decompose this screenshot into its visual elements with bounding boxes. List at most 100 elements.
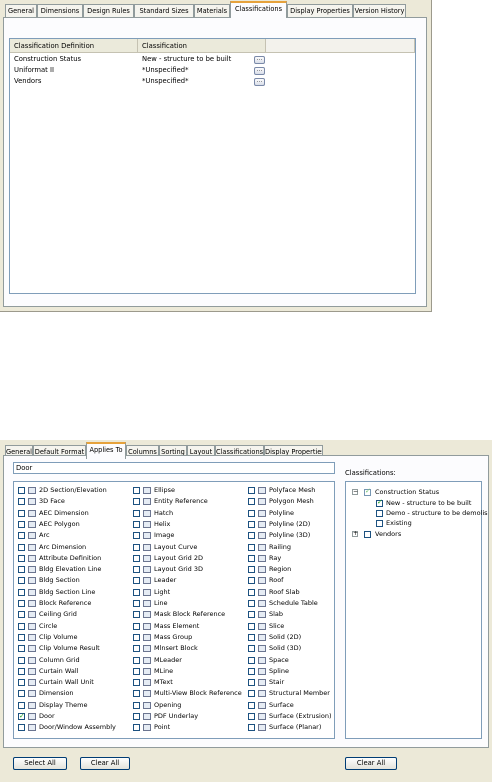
tab-materials[interactable]: Materials bbox=[194, 4, 230, 17]
object-type-checkbox[interactable] bbox=[18, 701, 25, 709]
object-type-checkbox[interactable] bbox=[133, 713, 140, 720]
object-type-checkbox[interactable] bbox=[133, 487, 140, 494]
object-type-checkbox[interactable] bbox=[248, 554, 255, 562]
object-type-checkbox[interactable] bbox=[248, 498, 255, 506]
browse-button[interactable]: ... bbox=[254, 67, 265, 75]
tab-display-properties[interactable]: Display Properties bbox=[287, 4, 353, 17]
object-type-checkbox[interactable] bbox=[248, 713, 255, 720]
object-type-checkbox[interactable] bbox=[133, 520, 140, 528]
object-type-checkbox[interactable] bbox=[248, 566, 255, 574]
object-type-checkbox[interactable] bbox=[133, 667, 140, 675]
object-type-checkbox[interactable] bbox=[18, 577, 25, 585]
object-type-checkbox[interactable] bbox=[248, 611, 255, 619]
tree-node-vendors[interactable]: Vendors bbox=[375, 529, 401, 539]
object-type-checkbox[interactable] bbox=[18, 520, 25, 528]
tree-node-new[interactable]: New - structure to be built bbox=[386, 498, 471, 508]
grid-row[interactable]: Construction Status New - structure to b… bbox=[10, 54, 415, 65]
object-type-checkbox[interactable] bbox=[133, 656, 140, 664]
object-type-checkbox[interactable] bbox=[18, 532, 25, 540]
object-type-checkbox[interactable] bbox=[133, 588, 140, 596]
object-type-checkbox[interactable] bbox=[18, 588, 25, 596]
object-type-checkbox[interactable] bbox=[248, 600, 255, 607]
construction-status-checkbox[interactable] bbox=[364, 487, 371, 496]
grid-row[interactable]: Vendors *Unspecified* ... bbox=[10, 76, 415, 87]
object-type-checkbox[interactable] bbox=[248, 701, 255, 709]
tree-node-construction-status[interactable]: Construction Status bbox=[375, 487, 439, 497]
tree-node-demo[interactable]: Demo - structure to be demolis bbox=[386, 508, 488, 518]
header-classification[interactable]: Classification bbox=[138, 39, 266, 53]
clear-all-button[interactable]: Clear All bbox=[80, 757, 130, 770]
tab-classifications[interactable]: Classifications bbox=[230, 1, 287, 18]
demo-structure-checkbox[interactable] bbox=[376, 510, 383, 517]
object-type-checkbox[interactable] bbox=[18, 656, 25, 664]
object-type-checkbox[interactable] bbox=[248, 633, 255, 641]
collapse-icon[interactable]: − bbox=[352, 489, 358, 495]
object-type-checkbox[interactable] bbox=[18, 645, 25, 653]
object-type-checkbox[interactable] bbox=[133, 577, 140, 585]
object-type-label: Surface (Planar) bbox=[269, 723, 322, 732]
object-type-checkbox[interactable] bbox=[18, 498, 25, 506]
tab-standard-sizes[interactable]: Standard Sizes bbox=[134, 4, 194, 17]
object-type-checkbox[interactable] bbox=[133, 509, 140, 517]
object-type-checkbox[interactable] bbox=[18, 633, 25, 641]
object-type-checkbox[interactable] bbox=[248, 543, 255, 551]
object-type-checkbox[interactable] bbox=[248, 690, 255, 698]
header-classification-definition[interactable]: Classification Definition bbox=[10, 39, 138, 53]
object-type-checkbox[interactable] bbox=[133, 611, 140, 619]
tab-applies-to[interactable]: Applies To bbox=[86, 442, 126, 459]
object-type-checkbox[interactable] bbox=[248, 577, 255, 585]
object-type-checkbox[interactable] bbox=[248, 656, 255, 664]
object-type-checkbox[interactable] bbox=[133, 622, 140, 630]
browse-button[interactable]: ... bbox=[254, 56, 265, 64]
object-type-checkbox[interactable] bbox=[133, 532, 140, 540]
object-type-checkbox[interactable] bbox=[18, 611, 25, 619]
object-type-checkbox[interactable] bbox=[248, 679, 255, 687]
object-type-checkbox[interactable] bbox=[18, 600, 25, 607]
tab-version-history[interactable]: Version History bbox=[353, 4, 406, 17]
filter-input[interactable]: Door bbox=[13, 462, 335, 474]
expand-icon[interactable]: + bbox=[352, 531, 358, 537]
tab-design-rules[interactable]: Design Rules bbox=[83, 4, 134, 17]
select-all-button[interactable]: Select All bbox=[13, 757, 67, 770]
tab-general[interactable]: General bbox=[5, 4, 37, 17]
vendors-checkbox[interactable] bbox=[364, 531, 371, 538]
object-type-checkbox[interactable] bbox=[248, 667, 255, 675]
object-type-checkbox[interactable] bbox=[133, 633, 140, 641]
existing-checkbox[interactable] bbox=[376, 520, 383, 527]
new-structure-checkbox[interactable] bbox=[376, 498, 383, 507]
object-type-checkbox[interactable] bbox=[133, 679, 140, 687]
object-type-checkbox[interactable] bbox=[248, 532, 255, 540]
tree-node-existing[interactable]: Existing bbox=[386, 518, 412, 528]
clear-all-classifications-button[interactable]: Clear All bbox=[345, 757, 397, 770]
object-type-checkbox[interactable] bbox=[248, 588, 255, 596]
object-type-checkbox[interactable] bbox=[18, 724, 25, 732]
object-type-checkbox[interactable] bbox=[18, 566, 25, 574]
object-type-checkbox[interactable] bbox=[248, 645, 255, 653]
object-type-checkbox[interactable] bbox=[248, 487, 255, 494]
object-type-checkbox[interactable] bbox=[18, 487, 25, 494]
object-type-checkbox[interactable] bbox=[18, 711, 25, 722]
object-type-checkbox[interactable] bbox=[18, 690, 25, 698]
object-type-checkbox[interactable] bbox=[18, 509, 25, 517]
object-type-checkbox[interactable] bbox=[18, 667, 25, 675]
object-type-checkbox[interactable] bbox=[133, 554, 140, 562]
grid-row[interactable]: Uniformat II *Unspecified* ... bbox=[10, 65, 415, 76]
object-type-checkbox[interactable] bbox=[133, 701, 140, 709]
object-type-checkbox[interactable] bbox=[133, 600, 140, 607]
object-type-checkbox[interactable] bbox=[18, 554, 25, 562]
browse-button[interactable]: ... bbox=[254, 78, 265, 86]
tab-dimensions[interactable]: Dimensions bbox=[37, 4, 83, 17]
object-type-checkbox[interactable] bbox=[133, 690, 140, 698]
object-type-checkbox[interactable] bbox=[248, 509, 255, 517]
object-type-checkbox[interactable] bbox=[133, 724, 140, 732]
object-type-checkbox[interactable] bbox=[133, 543, 140, 551]
object-type-checkbox[interactable] bbox=[133, 645, 140, 653]
object-type-checkbox[interactable] bbox=[133, 498, 140, 506]
object-type-checkbox[interactable] bbox=[18, 679, 25, 687]
object-type-checkbox[interactable] bbox=[248, 520, 255, 528]
object-type-checkbox[interactable] bbox=[18, 543, 25, 551]
object-type-checkbox[interactable] bbox=[248, 724, 255, 732]
object-type-checkbox[interactable] bbox=[133, 566, 140, 574]
object-type-checkbox[interactable] bbox=[18, 622, 25, 630]
object-type-checkbox[interactable] bbox=[248, 622, 255, 630]
